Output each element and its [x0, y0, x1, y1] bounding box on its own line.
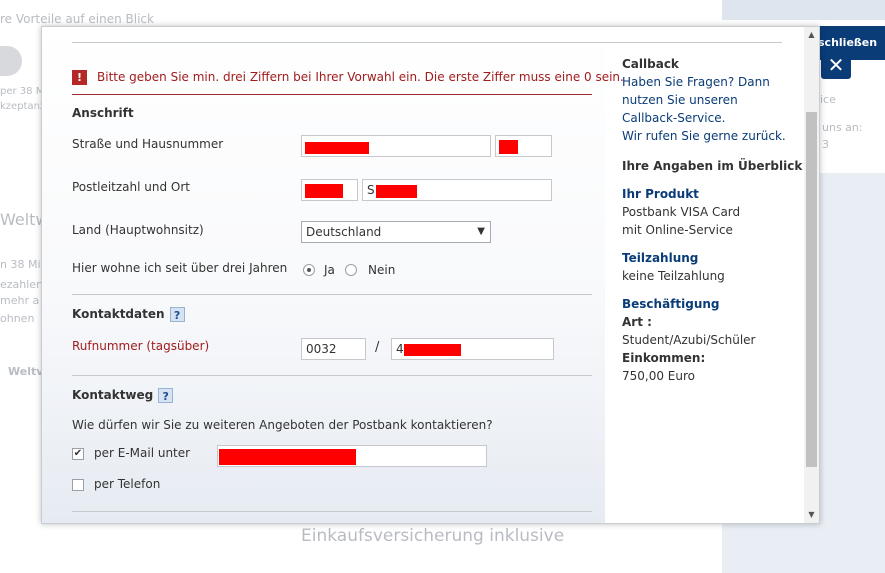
callback-link[interactable]: Wir rufen Sie gerne zurück. — [622, 127, 786, 145]
radio-yes-label[interactable]: Ja — [324, 263, 335, 277]
employment-title: Beschäftigung — [622, 297, 720, 311]
product-title: Ihr Produkt — [622, 187, 699, 201]
redacted-value — [305, 184, 343, 198]
city-prefix: S — [367, 183, 375, 197]
modal-scrollbar[interactable]: ▲ ▼ — [804, 27, 819, 523]
section-title-text: Kontaktdaten — [72, 307, 165, 321]
income-value: 750,00 Euro — [622, 369, 696, 383]
redacted-value — [219, 449, 356, 465]
product-value: Postbank VISA Card — [622, 205, 741, 219]
street-input[interactable] — [301, 135, 491, 157]
phone-separator: / — [375, 340, 380, 355]
installment-value: keine Teilzahlung — [622, 269, 725, 283]
background-fragment: n 38 Mi — [0, 258, 41, 271]
employment-type-value: Student/Azubi/Schüler — [622, 333, 756, 347]
redacted-value — [305, 142, 369, 154]
residence-label: Hier wohne ich seit über drei Jahren — [72, 261, 288, 275]
country-value: Deutschland — [306, 225, 382, 239]
phone-label: Rufnummer (tagsüber) — [72, 339, 210, 353]
section-title-text: Kontaktweg — [72, 388, 154, 402]
background-fragment: ohnen — [0, 312, 35, 325]
house-number-input[interactable] — [495, 135, 552, 157]
section-title-anschrift: Anschrift — [72, 106, 134, 120]
radio-no[interactable] — [345, 264, 357, 276]
background-fragment: 3 — [822, 138, 829, 151]
background-fragment: ezahlen — [0, 278, 44, 291]
income-label: Einkommen: — [622, 351, 706, 365]
country-label: Land (Hauptwohnsitz) — [72, 223, 204, 237]
background-fragment: mehr a — [0, 294, 40, 307]
background-band — [722, 0, 885, 20]
radio-no-label[interactable]: Nein — [368, 263, 395, 277]
section-divider — [72, 294, 592, 295]
phone-checkbox[interactable] — [72, 479, 84, 491]
chevron-down-icon: ▼ — [477, 226, 485, 237]
background-fragment: Weltv — [8, 365, 44, 378]
redacted-value — [376, 185, 417, 198]
country-select[interactable]: Deutschland ▼ — [301, 221, 491, 243]
background-fragment: ice — [820, 93, 836, 106]
product-value: mit Online-Service — [622, 223, 733, 237]
scroll-up-icon[interactable]: ▲ — [804, 29, 819, 41]
email-input[interactable] — [217, 445, 487, 467]
redacted-value — [499, 140, 518, 154]
callback-title: Callback — [622, 57, 679, 71]
overview-title: Ihre Angaben im Überblick — [622, 159, 803, 173]
section-title-kontaktweg: Kontaktweg? — [72, 388, 174, 403]
phone-checkbox-label[interactable]: per Telefon — [94, 477, 160, 491]
contact-question: Wie dürfen wir Sie zu weiteren Angeboten… — [72, 418, 493, 432]
background-heading: re Vorteile auf einen Blick — [0, 12, 154, 26]
background-fragment: uns an: — [822, 121, 863, 134]
employment-type-label: Art : — [622, 315, 652, 329]
help-icon[interactable]: ? — [158, 388, 174, 403]
close-icon[interactable]: ✕ — [821, 52, 851, 79]
phone-number-input[interactable]: 4 — [391, 338, 554, 360]
section-divider — [72, 375, 592, 376]
background-fragment: kzeptanz — [0, 101, 46, 112]
scroll-down-icon[interactable]: ▼ — [804, 509, 819, 521]
section-title-kontaktdaten: Kontaktdaten? — [72, 307, 185, 322]
street-label: Straße und Hausnummer — [72, 137, 224, 151]
help-icon[interactable]: ? — [169, 307, 185, 322]
phone-prefix: 4 — [396, 342, 404, 356]
summary-sidebar: Callback Haben Sie Fragen? Dann nutzen S… — [622, 27, 802, 523]
scroll-thumb[interactable] — [806, 112, 817, 467]
form-content: ! Bitte geben Sie min. drei Ziffern bei … — [42, 27, 782, 523]
email-checkbox-label[interactable]: per E-Mail unter — [94, 446, 190, 460]
callback-text: Callback-Service. — [622, 111, 726, 125]
section-divider — [72, 511, 592, 512]
error-message-row: ! Bitte geben Sie min. drei Ziffern bei … — [72, 70, 624, 95]
error-icon: ! — [72, 70, 87, 85]
background-footer-text: Einkaufsversicherung inklusive — [301, 526, 565, 546]
redacted-value — [404, 344, 461, 356]
error-message: Bitte geben Sie min. drei Ziffern bei Ih… — [97, 70, 624, 84]
installment-title: Teilzahlung — [622, 251, 699, 265]
callback-text: nutzen Sie unseren — [622, 93, 738, 107]
zip-city-label: Postleitzahl und Ort — [72, 180, 190, 194]
email-checkbox[interactable]: ✔ — [72, 448, 84, 460]
area-code-input[interactable]: 0032 — [301, 338, 366, 360]
zip-input[interactable] — [301, 179, 358, 201]
modal-dialog: ! Bitte geben Sie min. drei Ziffern bei … — [41, 26, 820, 524]
radio-yes[interactable] — [303, 264, 315, 276]
city-input[interactable]: S — [362, 179, 552, 201]
callback-text: Haben Sie Fragen? Dann — [622, 75, 770, 89]
